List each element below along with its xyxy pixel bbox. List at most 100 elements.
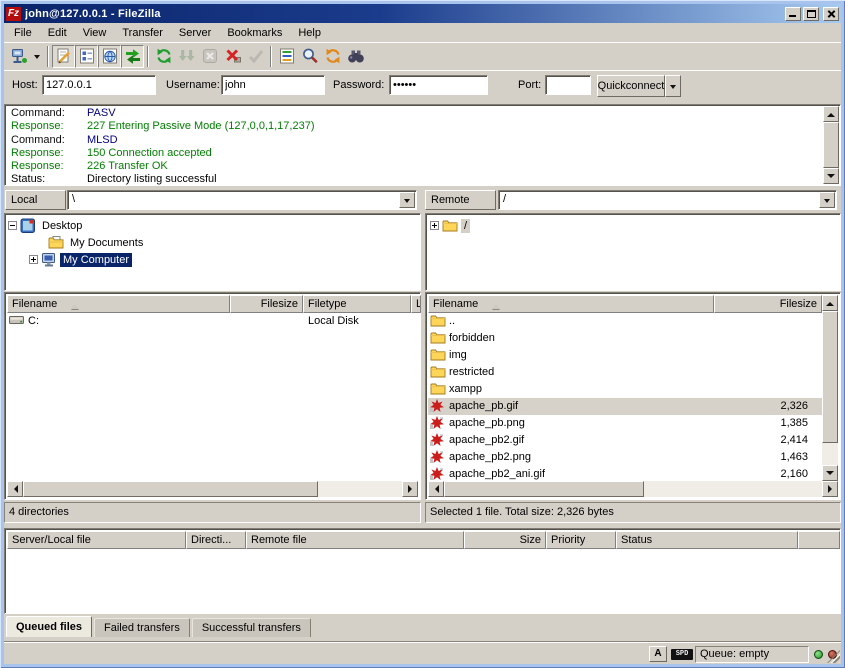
local-site-combobox[interactable]: \ — [67, 190, 417, 210]
expand-icon[interactable] — [430, 221, 439, 230]
scroll-right-button[interactable] — [822, 481, 838, 497]
maximize-button[interactable] — [803, 7, 819, 21]
queue-column-priority[interactable]: Priority — [546, 531, 616, 549]
queue-column-size[interactable]: Size — [464, 531, 546, 549]
expand-icon[interactable] — [29, 255, 38, 264]
sync-icon — [324, 47, 342, 65]
file-row[interactable]: xampp — [428, 381, 822, 398]
toggle-message-log-button[interactable] — [52, 45, 75, 68]
menu-help[interactable]: Help — [290, 25, 329, 41]
minimize-button[interactable] — [785, 7, 801, 21]
filezilla-window: Fz john@127.0.0.1 - FileZilla File Edit … — [0, 0, 845, 668]
binoculars-icon — [347, 47, 365, 65]
password-input[interactable] — [389, 75, 488, 95]
tab-failed-transfers[interactable]: Failed transfers — [94, 618, 190, 637]
tree-item-root[interactable]: / — [430, 217, 470, 234]
process-queue-button[interactable] — [175, 45, 198, 68]
file-row[interactable]: apache_pb2.png 1,463 — [428, 449, 822, 466]
tree-item-my-computer[interactable]: My Computer — [29, 251, 132, 268]
file-row[interactable]: C: Local Disk — [7, 313, 418, 330]
toolbar-separator — [147, 46, 149, 67]
filter-button[interactable] — [275, 45, 298, 68]
column-header-filename[interactable]: Filename — [7, 295, 230, 313]
tree-item-my-documents[interactable]: My Documents — [45, 234, 146, 251]
port-input[interactable] — [545, 75, 591, 95]
remote-tree-icon — [101, 47, 119, 65]
file-row[interactable]: img — [428, 347, 822, 364]
queue-column-status[interactable]: Status — [616, 531, 798, 549]
scroll-left-button[interactable] — [7, 481, 23, 497]
column-header-lastmodified[interactable]: L — [411, 295, 421, 313]
scroll-up-button[interactable] — [823, 106, 839, 122]
menu-file[interactable]: File — [6, 25, 40, 41]
directory-comparison-button[interactable] — [298, 45, 321, 68]
scroll-thumb[interactable] — [822, 311, 838, 443]
queue-column-filler — [798, 531, 840, 549]
menu-view[interactable]: View — [75, 25, 115, 41]
find-files-button[interactable] — [344, 45, 367, 68]
tree-item-desktop[interactable]: Desktop — [8, 217, 85, 234]
remote-site-combobox[interactable]: / — [498, 190, 837, 210]
combo-dropdown-button[interactable] — [819, 192, 835, 208]
scroll-thumb[interactable] — [823, 122, 839, 168]
cancel-operation-button[interactable] — [198, 45, 221, 68]
receive-indicator-led — [814, 650, 823, 659]
scroll-thumb[interactable] — [444, 481, 644, 497]
file-row[interactable]: apache_pb2_ani.gif 2,160 — [428, 466, 822, 481]
scroll-down-button[interactable] — [822, 465, 838, 481]
remote-site-value: / — [503, 193, 506, 205]
scroll-down-button[interactable] — [823, 168, 839, 184]
queue-column-direction[interactable]: Directi... — [186, 531, 246, 549]
scroll-right-button[interactable] — [402, 481, 418, 497]
toggle-local-tree-button[interactable] — [75, 45, 98, 68]
column-header-filename[interactable]: Filename — [428, 295, 714, 313]
file-row[interactable]: restricted — [428, 364, 822, 381]
menu-edit[interactable]: Edit — [40, 25, 75, 41]
maximize-icon — [807, 10, 816, 18]
reconnect-button[interactable] — [244, 45, 267, 68]
folder-icon — [442, 219, 458, 232]
local-horizontal-scrollbar[interactable] — [7, 481, 418, 497]
speed-limit-icon[interactable]: SPD — [671, 649, 693, 660]
queue-column-server-local-file[interactable]: Server/Local file — [7, 531, 186, 549]
toolbar — [4, 42, 841, 69]
scroll-left-button[interactable] — [428, 481, 444, 497]
toggle-remote-tree-button[interactable] — [98, 45, 121, 68]
quickconnect-dropdown-button[interactable] — [665, 75, 681, 97]
file-row[interactable]: apache_pb.png 1,385 — [428, 415, 822, 432]
site-manager-dropdown-button[interactable] — [30, 45, 44, 68]
tab-queued-files[interactable]: Queued files — [6, 616, 92, 637]
column-header-filesize[interactable]: Filesize — [714, 295, 822, 313]
window-title: john@127.0.0.1 - FileZilla — [25, 8, 783, 20]
tab-successful-transfers[interactable]: Successful transfers — [192, 618, 311, 637]
site-manager-button[interactable] — [7, 45, 30, 68]
menu-bookmarks[interactable]: Bookmarks — [219, 25, 290, 41]
synchronized-browsing-button[interactable] — [321, 45, 344, 68]
refresh-button[interactable] — [152, 45, 175, 68]
title-bar[interactable]: Fz john@127.0.0.1 - FileZilla — [4, 4, 841, 23]
combo-dropdown-button[interactable] — [399, 192, 415, 208]
log-scrollbar[interactable] — [823, 106, 839, 184]
menu-server[interactable]: Server — [171, 25, 219, 41]
disconnect-button[interactable] — [221, 45, 244, 68]
disconnect-icon — [224, 47, 242, 65]
close-button[interactable] — [823, 7, 839, 21]
remote-vertical-scrollbar[interactable] — [822, 295, 838, 481]
column-header-filetype[interactable]: Filetype — [303, 295, 411, 313]
data-type-indicator[interactable]: A — [649, 646, 667, 662]
file-row-selected[interactable]: apache_pb.gif 2,326 — [428, 398, 822, 415]
file-row[interactable]: forbidden — [428, 330, 822, 347]
remote-horizontal-scrollbar[interactable] — [428, 481, 838, 497]
file-row[interactable]: .. — [428, 313, 822, 330]
collapse-icon[interactable] — [8, 221, 17, 230]
quickconnect-button[interactable]: Quickconnect — [597, 75, 665, 97]
file-row[interactable]: apache_pb2.gif 2,414 — [428, 432, 822, 449]
toggle-transfer-queue-button[interactable] — [121, 45, 144, 68]
username-input[interactable] — [221, 75, 325, 95]
queue-column-remote-file[interactable]: Remote file — [246, 531, 464, 549]
host-input[interactable] — [42, 75, 156, 95]
menu-transfer[interactable]: Transfer — [114, 25, 171, 41]
column-header-filesize[interactable]: Filesize — [230, 295, 303, 313]
scroll-up-button[interactable] — [822, 295, 838, 311]
scroll-thumb[interactable] — [23, 481, 318, 497]
